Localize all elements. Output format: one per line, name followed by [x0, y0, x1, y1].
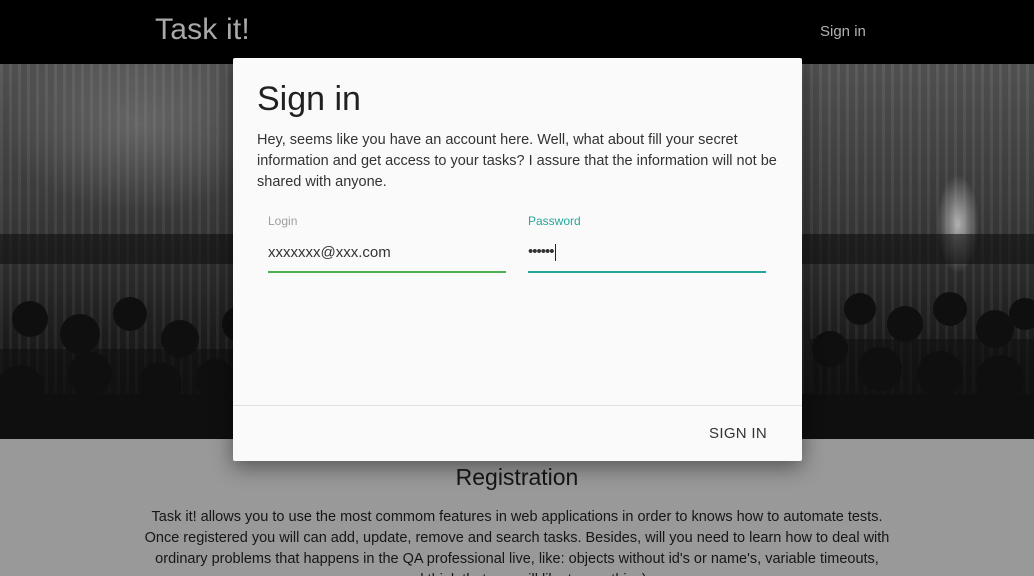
password-field-group: Password ••••••: [528, 214, 766, 274]
signin-modal: Sign in Hey, seems like you have an acco…: [233, 58, 802, 461]
password-label: Password: [528, 214, 581, 228]
login-label: Login: [268, 214, 298, 228]
text-caret: [554, 243, 556, 261]
modal-footer: SIGN IN: [233, 405, 802, 462]
modal-title: Sign in: [257, 80, 361, 118]
password-masked-value: ••••••: [528, 243, 554, 260]
signin-submit-button[interactable]: SIGN IN: [709, 425, 767, 442]
login-input[interactable]: [268, 234, 506, 270]
login-underline: [268, 271, 506, 273]
modal-description: Hey, seems like you have an account here…: [257, 132, 777, 190]
password-underline: [528, 271, 766, 273]
password-input[interactable]: ••••••: [528, 243, 556, 261]
login-field-group: Login: [268, 214, 506, 274]
page: Task it! Sign in Registration Task it! a…: [0, 0, 1034, 576]
